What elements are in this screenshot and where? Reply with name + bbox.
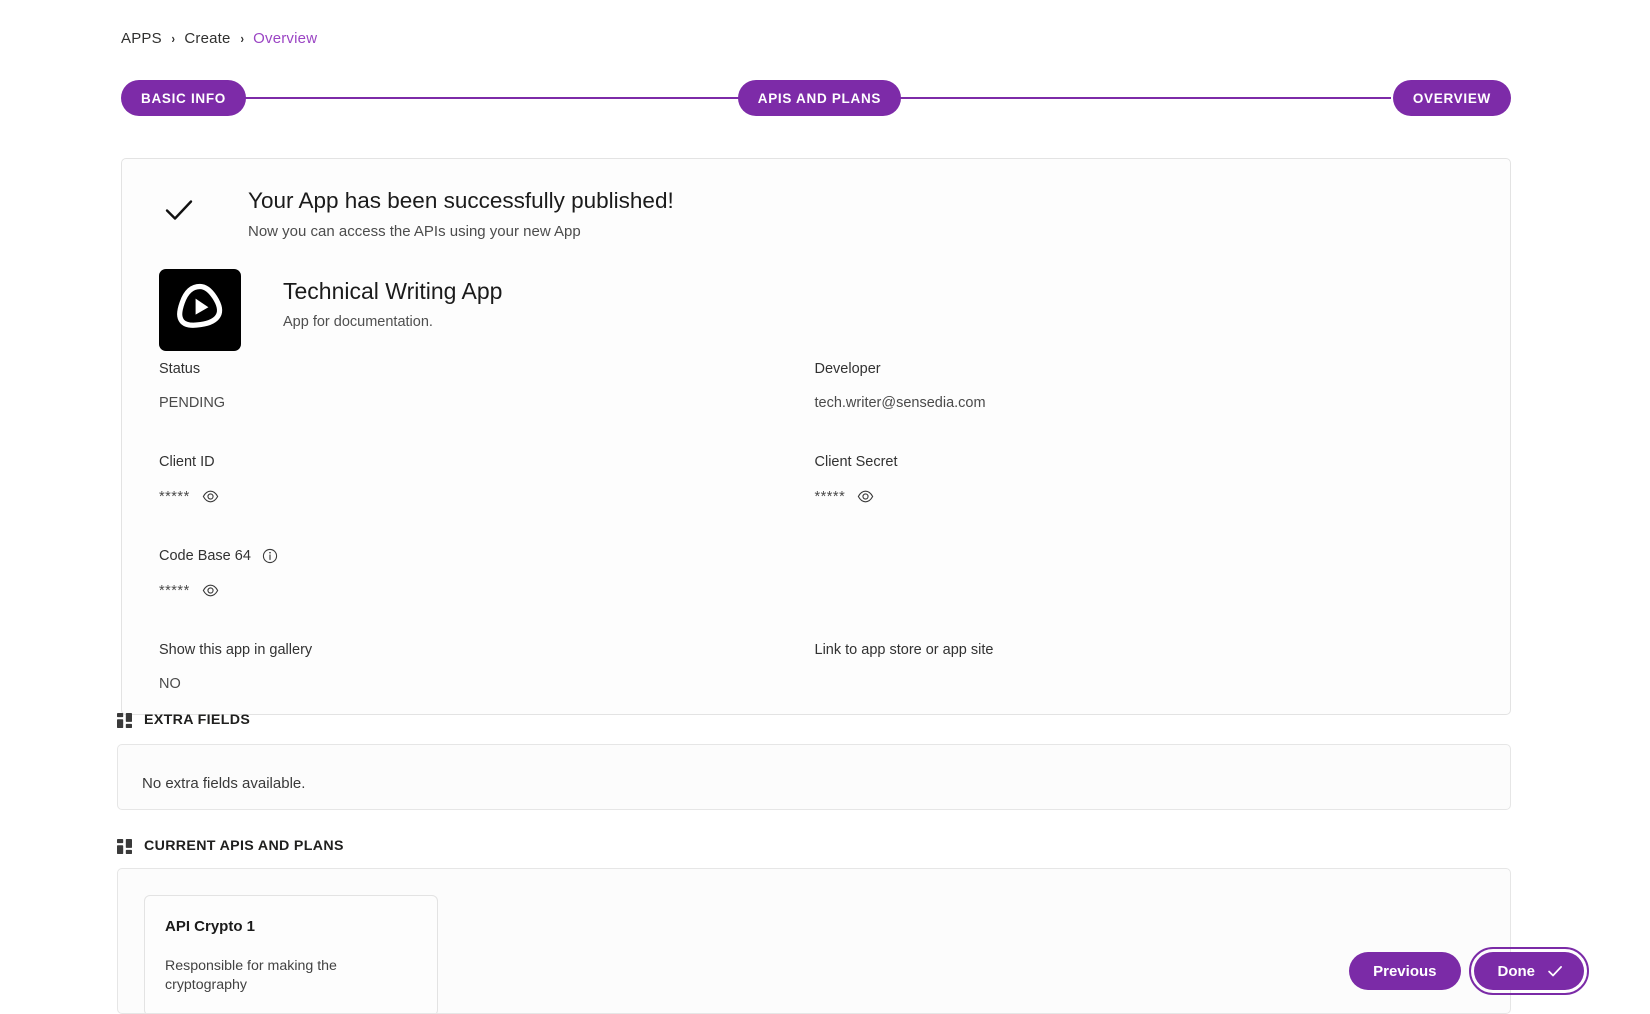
breadcrumb-item-create[interactable]: Create <box>184 30 230 47</box>
field-label: Client ID <box>159 454 815 470</box>
step-label: OVERVIEW <box>1413 91 1491 106</box>
step-apis-and-plans[interactable]: APIS AND PLANS <box>738 80 901 116</box>
app-description: App for documentation. <box>283 314 502 330</box>
app-overview-page: APPS › Create › Overview BASIC INFO APIS… <box>0 0 1650 1014</box>
success-subtitle: Now you can access the APIs using your n… <box>248 223 674 240</box>
breadcrumb: APPS › Create › Overview <box>121 30 317 47</box>
field-label: Link to app store or app site <box>815 642 1471 658</box>
breadcrumb-separator-icon: › <box>171 32 175 45</box>
section-heading-label: CURRENT APIS AND PLANS <box>144 838 344 854</box>
eye-icon[interactable] <box>857 488 874 505</box>
app-detail-fields: Status PENDING Developer tech.writer@sen… <box>159 361 1470 735</box>
masked-value: ***** <box>815 489 846 505</box>
success-message: Your App has been successfully published… <box>162 187 674 240</box>
done-button[interactable]: Done <box>1474 952 1585 990</box>
eye-icon[interactable] <box>202 582 219 599</box>
field-value: ***** <box>159 582 815 599</box>
section-extra-fields-heading: EXTRA FIELDS <box>117 712 250 728</box>
api-plan-description: Responsible for making the cryptography <box>165 957 417 995</box>
grid-icon <box>117 713 132 728</box>
extra-fields-empty-text: No extra fields available. <box>118 745 1510 822</box>
field-client-secret: Client Secret ***** <box>815 454 1471 505</box>
step-basic-info[interactable]: BASIC INFO <box>121 80 246 116</box>
field-value: ***** <box>815 488 1471 505</box>
field-app-store-link: Link to app store or app site <box>815 642 1471 692</box>
eye-icon[interactable] <box>202 488 219 505</box>
api-plan-title: API Crypto 1 <box>165 918 417 935</box>
field-value: PENDING <box>159 395 815 411</box>
check-icon <box>162 193 196 227</box>
extra-fields-panel: No extra fields available. <box>117 744 1511 810</box>
breadcrumb-separator-icon: › <box>240 32 244 45</box>
field-status: Status PENDING <box>159 361 815 411</box>
current-apis-panel: API Crypto 1 Responsible for making the … <box>117 868 1511 1014</box>
app-summary-card: Your App has been successfully published… <box>121 158 1511 715</box>
field-label: Show this app in gallery <box>159 642 815 658</box>
field-value: NO <box>159 676 815 692</box>
field-label: Developer <box>815 361 1471 377</box>
field-label: Code Base 64 <box>159 548 815 564</box>
info-icon[interactable] <box>262 548 278 564</box>
wizard-stepper: BASIC INFO APIS AND PLANS OVERVIEW <box>121 80 1511 116</box>
section-current-apis-heading: CURRENT APIS AND PLANS <box>117 838 344 854</box>
app-identity: Technical Writing App App for documentat… <box>159 269 502 351</box>
section-heading-label: EXTRA FIELDS <box>144 712 250 728</box>
masked-value: ***** <box>159 583 190 599</box>
step-label: BASIC INFO <box>141 91 226 106</box>
app-name: Technical Writing App <box>283 278 502 305</box>
done-button-label: Done <box>1498 963 1536 980</box>
masked-value: ***** <box>159 489 190 505</box>
api-plan-card[interactable]: API Crypto 1 Responsible for making the … <box>144 895 438 1014</box>
footer-actions: Previous Done <box>1349 952 1584 990</box>
previous-button[interactable]: Previous <box>1349 952 1460 990</box>
field-code-base-64: Code Base 64 ***** <box>159 548 815 599</box>
field-value: ***** <box>159 488 815 505</box>
field-label: Client Secret <box>815 454 1471 470</box>
field-developer: Developer tech.writer@sensedia.com <box>815 361 1471 411</box>
field-label-text: Code Base 64 <box>159 548 251 564</box>
field-value: tech.writer@sensedia.com <box>815 395 1471 411</box>
field-label: Status <box>159 361 815 377</box>
step-overview[interactable]: OVERVIEW <box>1393 80 1511 116</box>
step-label: APIS AND PLANS <box>758 91 881 106</box>
previous-button-label: Previous <box>1373 963 1436 980</box>
field-client-id: Client ID ***** <box>159 454 815 505</box>
field-show-in-gallery: Show this app in gallery NO <box>159 642 815 692</box>
app-logo <box>159 269 241 351</box>
breadcrumb-item-apps[interactable]: APPS <box>121 30 162 47</box>
breadcrumb-item-overview: Overview <box>253 30 317 47</box>
check-icon <box>1546 962 1564 980</box>
grid-icon <box>117 839 132 854</box>
play-triangle-icon <box>171 279 229 342</box>
field-spacer <box>815 548 1471 599</box>
success-title: Your App has been successfully published… <box>248 187 674 214</box>
